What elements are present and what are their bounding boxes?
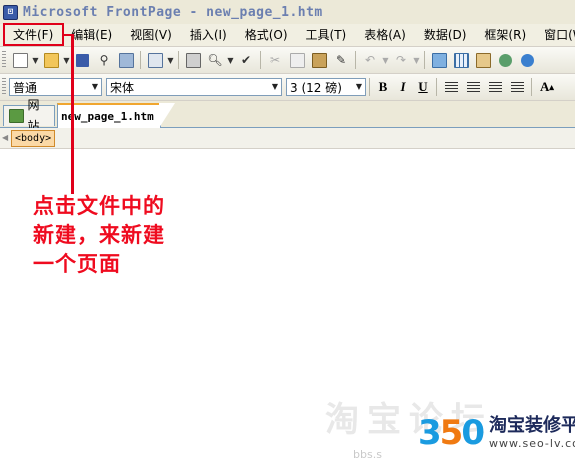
paste-icon[interactable] bbox=[309, 50, 329, 70]
menu-window[interactable]: 窗口(W) bbox=[535, 24, 575, 46]
hyperlink-icon[interactable] bbox=[517, 50, 537, 70]
watermark-number: 350 bbox=[418, 413, 485, 453]
menu-table[interactable]: 表格(A) bbox=[355, 24, 415, 46]
toolbar-separator bbox=[355, 51, 356, 69]
annotation-text: 点击文件中的新建，来新建一个页面 bbox=[33, 194, 165, 276]
bold-button[interactable]: B bbox=[373, 77, 393, 97]
print-icon[interactable] bbox=[183, 50, 203, 70]
standard-toolbar: ▼ ▼ ⚲ ▼ 🔍︎ ▼ ✔ ✂ ✎ ↶ ▼ ↷ ▼ bbox=[0, 47, 575, 74]
frontpage-icon[interactable]: ⊡ bbox=[3, 4, 18, 20]
align-left-icon[interactable] bbox=[441, 77, 461, 97]
menu-tools[interactable]: 工具(T) bbox=[297, 24, 356, 46]
toolbar-separator bbox=[424, 51, 425, 69]
style-value: 普通 bbox=[13, 80, 38, 95]
font-size-select[interactable]: 3 (12 磅) ▼ bbox=[286, 78, 366, 96]
web-component-icon[interactable] bbox=[145, 50, 165, 70]
redo-icon[interactable]: ↷ bbox=[391, 50, 411, 70]
formatting-toolbar: 普通 ▼ 宋体 ▼ 3 (12 磅) ▼ B I U A ▴ bbox=[0, 74, 575, 101]
search-icon[interactable]: ⚲ bbox=[94, 50, 114, 70]
toolbar-separator bbox=[140, 51, 141, 69]
watermark-logo: 350 淘宝装修平台 www.seo-lv.com bbox=[418, 413, 575, 453]
cut-icon[interactable]: ✂ bbox=[265, 50, 285, 70]
toolbar-grip[interactable] bbox=[2, 51, 6, 69]
chevron-down-icon[interactable]: ▼ bbox=[62, 56, 71, 65]
menu-view[interactable]: 视图(V) bbox=[121, 24, 181, 46]
menu-frames[interactable]: 框架(R) bbox=[475, 24, 535, 46]
watermark-bbs-text: bbs.s bbox=[353, 448, 382, 461]
annotation-connector bbox=[71, 34, 74, 194]
watermark-digit: 3 bbox=[418, 413, 442, 453]
watermark-text-block: 淘宝装修平台 www.seo-lv.com bbox=[489, 415, 575, 451]
title-bar: ⊡ Microsoft FrontPage - new_page_1.htm bbox=[0, 0, 575, 25]
toolbar-separator bbox=[260, 51, 261, 69]
open-folder-icon[interactable] bbox=[41, 50, 61, 70]
watermark-digit: 0 bbox=[461, 413, 485, 453]
menu-data[interactable]: 数据(D) bbox=[415, 24, 476, 46]
watermark-url: www.seo-lv.com bbox=[489, 437, 575, 450]
grow-font-button[interactable]: A ▴ bbox=[535, 77, 559, 97]
align-center-icon[interactable] bbox=[463, 77, 483, 97]
file-menu-highlight bbox=[3, 23, 64, 46]
new-page-icon[interactable] bbox=[10, 50, 30, 70]
chevron-down-icon[interactable]: ▼ bbox=[166, 56, 175, 65]
align-right-icon[interactable] bbox=[485, 77, 505, 97]
font-size-value: 3 (12 磅) bbox=[290, 80, 342, 95]
body-tag-button[interactable]: <body> bbox=[11, 130, 56, 147]
format-painter-icon[interactable]: ✎ bbox=[331, 50, 351, 70]
publish-icon[interactable] bbox=[116, 50, 136, 70]
insert-picture-icon[interactable] bbox=[429, 50, 449, 70]
grow-font-label: A bbox=[540, 79, 550, 94]
tab-page-label: new_page_1.htm bbox=[61, 110, 154, 123]
scroll-left-icon[interactable]: ◀ bbox=[2, 133, 8, 142]
watermark-digit-accent: 5 bbox=[439, 413, 464, 453]
toolbar-grip[interactable] bbox=[2, 78, 6, 96]
menu-insert[interactable]: 插入(I) bbox=[181, 24, 236, 46]
quick-tag-selector: ◀ <body> bbox=[0, 128, 575, 149]
toolbar-separator bbox=[531, 78, 532, 96]
drawing-icon[interactable] bbox=[495, 50, 515, 70]
arrow-up-icon: ▴ bbox=[549, 81, 554, 92]
spelling-icon[interactable]: ✔ bbox=[236, 50, 256, 70]
chevron-down-icon[interactable]: ▼ bbox=[353, 79, 365, 95]
chevron-down-icon[interactable]: ▼ bbox=[226, 56, 235, 65]
menu-bar: 文件(F) 编辑(E) 视图(V) 插入(I) 格式(O) 工具(T) 表格(A… bbox=[0, 24, 575, 47]
insert-table-icon[interactable] bbox=[451, 50, 471, 70]
toolbar-separator bbox=[178, 51, 179, 69]
toolbar-separator bbox=[369, 78, 370, 96]
font-select[interactable]: 宋体 ▼ bbox=[106, 78, 282, 96]
watermark-brand: 淘宝装修平台 bbox=[489, 415, 575, 436]
chevron-down-icon[interactable]: ▼ bbox=[31, 56, 40, 65]
justify-icon[interactable] bbox=[507, 77, 527, 97]
toolbar-separator bbox=[436, 78, 437, 96]
chevron-down-icon[interactable]: ▼ bbox=[89, 79, 101, 95]
website-icon bbox=[9, 109, 24, 123]
italic-button[interactable]: I bbox=[393, 77, 413, 97]
copy-icon[interactable] bbox=[287, 50, 307, 70]
style-select[interactable]: 普通 ▼ bbox=[9, 78, 102, 96]
layers-icon[interactable] bbox=[473, 50, 493, 70]
menu-format[interactable]: 格式(O) bbox=[236, 24, 297, 46]
chevron-down-icon[interactable]: ▼ bbox=[381, 56, 390, 65]
font-value: 宋体 bbox=[110, 80, 135, 95]
chevron-down-icon[interactable]: ▼ bbox=[269, 79, 281, 95]
window-title: Microsoft FrontPage - new_page_1.htm bbox=[23, 4, 323, 20]
undo-icon[interactable]: ↶ bbox=[360, 50, 380, 70]
tab-site[interactable]: 网站 bbox=[3, 98, 55, 133]
save-icon[interactable] bbox=[72, 50, 92, 70]
print-preview-icon[interactable]: 🔍︎ bbox=[205, 50, 225, 70]
chevron-down-icon[interactable]: ▼ bbox=[412, 56, 421, 65]
underline-button[interactable]: U bbox=[413, 77, 433, 97]
view-tab-strip: 网站 new_page_1.htm bbox=[0, 98, 575, 133]
tab-slant bbox=[159, 103, 175, 128]
